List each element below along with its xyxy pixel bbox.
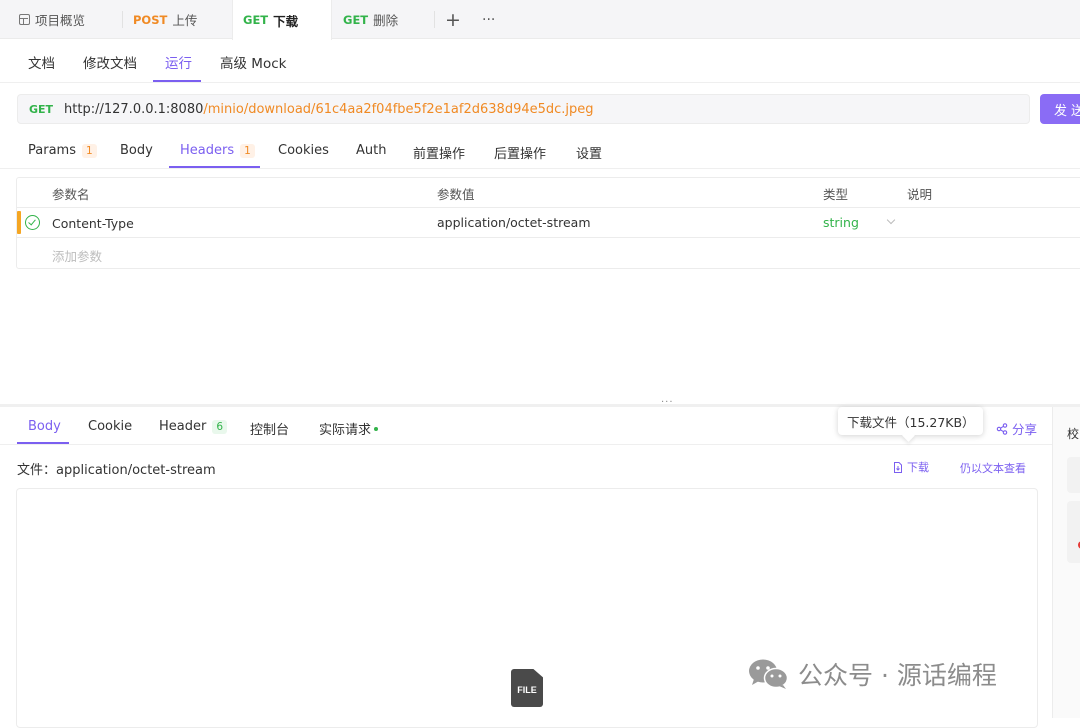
window-tab-strip: 项目概览 POST 上传 GET 下载 GET 删除 + ··· <box>0 0 1080 40</box>
url-bar[interactable]: GET http://127.0.0.1:8080 /minio/downloa… <box>17 94 1030 124</box>
add-tab-button[interactable]: + <box>445 0 461 39</box>
right-panel-card <box>1067 501 1080 563</box>
header-count-badge: 6 <box>212 419 228 434</box>
tab-params[interactable]: Params 1 <box>28 143 97 158</box>
wechat-icon <box>749 659 789 689</box>
column-header-value: 参数值 <box>437 187 475 202</box>
tab-get-delete[interactable]: GET 删除 <box>343 0 398 39</box>
tab-actual-request[interactable]: 实际请求 <box>319 419 379 438</box>
layout-icon <box>19 14 30 25</box>
tab-edit-doc[interactable]: 修改文档 <box>83 52 137 72</box>
download-label: 下载 <box>907 461 929 474</box>
tab-doc[interactable]: 文档 <box>28 52 55 72</box>
share-icon <box>996 422 1008 435</box>
download-tooltip: 下载文件（15.27KB） <box>838 407 983 442</box>
tab-run[interactable]: 运行 <box>165 52 192 72</box>
response-preview: FILE <box>16 488 1038 728</box>
tab-label: 实际请求 <box>319 423 372 438</box>
tab-response-cookie[interactable]: Cookie <box>88 419 132 434</box>
tooltip-text: 下载文件（15.27KB） <box>847 414 975 430</box>
tab-label: 项目概览 <box>35 13 86 28</box>
column-header-type: 类型 <box>823 187 849 202</box>
tab-response-header[interactable]: Header 6 <box>159 419 228 434</box>
tab-auth[interactable]: Auth <box>356 143 386 158</box>
table-row: Content-Type application/octet-stream st… <box>17 208 1080 238</box>
tab-label: Headers <box>180 143 235 158</box>
tab-label: Params <box>28 143 76 158</box>
enabled-check-icon[interactable] <box>25 215 40 230</box>
file-icon: FILE <box>511 669 543 707</box>
file-icon-label: FILE <box>517 685 537 695</box>
view-as-text-button[interactable]: 仍以文本查看 <box>960 460 1026 476</box>
download-button[interactable]: 下载 <box>893 459 929 475</box>
tab-label: Header <box>159 419 207 434</box>
tab-project-overview[interactable]: 项目概览 <box>19 0 85 39</box>
tab-get-download[interactable]: GET 下载 <box>232 0 332 40</box>
tab-settings[interactable]: 设置 <box>576 143 602 162</box>
url-path: /minio/download/61c4aa2f04fbe5f2e1af2d63… <box>203 101 594 117</box>
send-button[interactable]: 发送 <box>1040 94 1080 124</box>
right-panel-card <box>1067 457 1080 493</box>
tab-response-body[interactable]: Body <box>28 419 61 434</box>
response-file-type: 文件：application/octet-stream <box>17 463 216 478</box>
tab-post-upload[interactable]: POST 上传 <box>133 0 197 39</box>
tab-console[interactable]: 控制台 <box>250 419 289 438</box>
share-label: 分享 <box>1012 422 1038 437</box>
chevron-down-icon[interactable] <box>886 215 896 225</box>
right-panel-label: 校 <box>1067 427 1080 441</box>
tab-cookies[interactable]: Cookies <box>278 143 329 158</box>
divider <box>0 444 1052 445</box>
divider <box>0 168 1080 169</box>
tab-label: 上传 <box>172 13 198 28</box>
column-header-name: 参数名 <box>52 187 90 202</box>
share-button[interactable]: 分享 <box>996 419 1037 438</box>
tab-advanced-mock[interactable]: 高级 Mock <box>220 52 286 72</box>
headers-count-badge: 1 <box>240 143 255 158</box>
divider <box>0 82 1080 83</box>
tab-divider <box>122 11 123 28</box>
add-param-placeholder[interactable]: 添加参数 <box>52 246 102 265</box>
file-download-icon <box>894 461 902 473</box>
method-label: GET <box>243 13 269 27</box>
watermark-text: 公众号 · 源话编程 <box>798 661 997 690</box>
method-selector[interactable]: GET <box>29 103 53 116</box>
more-tabs-button[interactable]: ··· <box>482 0 495 39</box>
method-label: GET <box>343 12 369 27</box>
right-side-panel: 校 <box>1052 407 1080 718</box>
headers-table: 参数名 参数值 类型 说明 Content-Type application/o… <box>16 177 1080 269</box>
tab-post-actions[interactable]: 后置操作 <box>494 143 546 162</box>
tab-headers[interactable]: Headers 1 <box>180 143 255 158</box>
column-header-description: 说明 <box>907 187 933 202</box>
tab-label: 删除 <box>373 13 399 28</box>
tab-pre-actions[interactable]: 前置操作 <box>413 143 465 162</box>
header-type[interactable]: string <box>823 215 859 230</box>
params-count-badge: 1 <box>81 143 97 158</box>
status-dot <box>374 426 379 431</box>
url-base: http://127.0.0.1:8080 <box>64 101 204 117</box>
watermark: 公众号 · 源话编程 <box>748 656 997 692</box>
drag-handle-icon[interactable]: ··· <box>661 397 674 408</box>
tab-body[interactable]: Body <box>120 143 153 158</box>
header-value[interactable]: application/octet-stream <box>437 215 591 230</box>
tab-label: 下载 <box>273 13 299 29</box>
tab-divider <box>434 11 435 28</box>
method-label: POST <box>133 12 168 27</box>
header-name[interactable]: Content-Type <box>52 216 134 231</box>
row-marker <box>17 211 21 234</box>
